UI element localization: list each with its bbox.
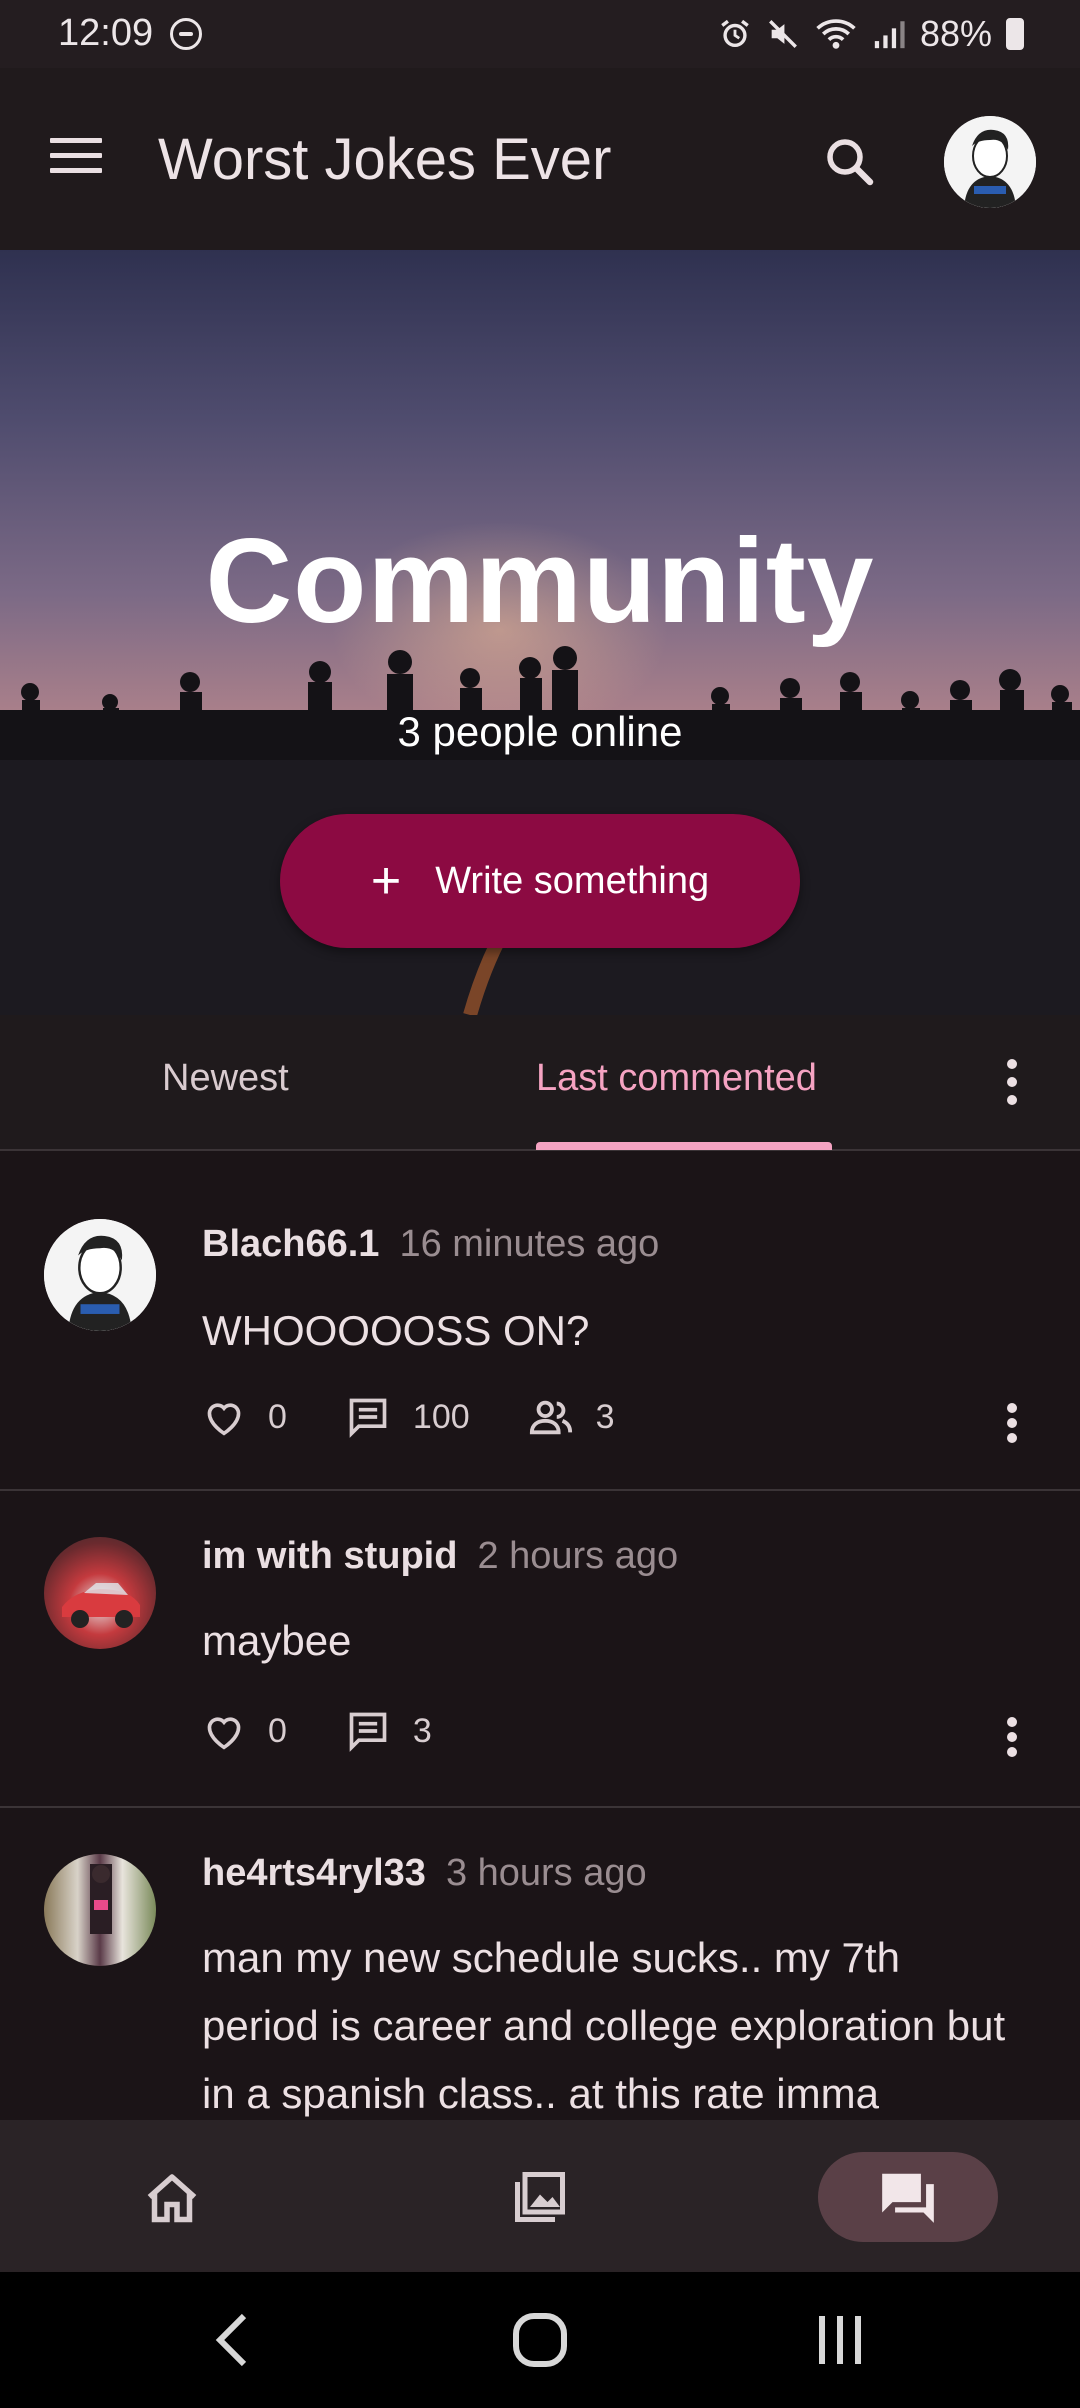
heart-icon: [207, 1717, 241, 1750]
nav-home[interactable]: [82, 2152, 262, 2242]
write-something-button[interactable]: + Write something: [280, 814, 800, 948]
post-options-icon[interactable]: [997, 1403, 1027, 1443]
tab-last-commented[interactable]: Last commented: [536, 1057, 817, 1100]
post-options-icon[interactable]: [997, 1717, 1027, 1757]
active-tab-indicator: [536, 1142, 832, 1150]
hamburger-menu-icon[interactable]: [50, 138, 102, 182]
community-hero-banner: Community 3 people online + Write someth…: [0, 250, 1080, 1015]
like-button[interactable]: 0: [202, 1397, 287, 1437]
people-icon: [529, 1400, 572, 1435]
signal-icon: [872, 17, 906, 51]
participants[interactable]: 3: [528, 1397, 615, 1437]
post-time: 2 hours ago: [477, 1535, 679, 1577]
author-name[interactable]: he4rts4ryl33: [202, 1852, 426, 1894]
do-not-disturb-icon: [170, 18, 202, 50]
write-button-label: Write something: [435, 859, 710, 902]
author-avatar[interactable]: [44, 1854, 156, 1966]
recent-apps-icon[interactable]: [810, 2308, 870, 2372]
gallery-icon: [515, 2172, 565, 2222]
comment-count: 100: [412, 1397, 470, 1436]
app-bar: Worst Jokes Ever: [0, 68, 1080, 250]
post-author-line: Blach66.1 16 minutes ago: [202, 1223, 659, 1266]
status-icons: 88%: [718, 12, 1024, 56]
bottom-navigation: [0, 2120, 1080, 2272]
profile-avatar[interactable]: [944, 116, 1036, 208]
post-item[interactable]: Blach66.1 16 minutes ago WHOOOOOSS ON? 0 …: [0, 1153, 1080, 1491]
author-name[interactable]: im with stupid: [202, 1535, 457, 1577]
post-item[interactable]: im with stupid 2 hours ago maybee 0 3: [0, 1491, 1080, 1808]
nav-gallery[interactable]: [450, 2152, 630, 2242]
battery-percentage: 88%: [919, 13, 992, 54]
post-author-line: im with stupid 2 hours ago: [202, 1535, 678, 1578]
post-body: maybee: [202, 1617, 352, 1664]
post-time: 16 minutes ago: [399, 1223, 660, 1265]
author-avatar[interactable]: [44, 1219, 156, 1331]
post-time: 3 hours ago: [445, 1852, 647, 1894]
comment-button[interactable]: 100: [345, 1395, 470, 1439]
comment-button[interactable]: 3: [345, 1709, 432, 1753]
post-author-line: he4rts4ryl33 3 hours ago: [202, 1852, 647, 1895]
forum-icon: [882, 2173, 934, 2223]
sort-tabs: Newest Last commented: [0, 1015, 1080, 1151]
post-item[interactable]: he4rts4ryl33 3 hours ago man my new sched…: [0, 1808, 1080, 2120]
tab-newest[interactable]: Newest: [162, 1057, 289, 1100]
author-name[interactable]: Blach66.1: [202, 1223, 379, 1265]
post-actions: 0 3: [202, 1709, 490, 1753]
wifi-icon: [814, 17, 858, 51]
search-icon[interactable]: [820, 132, 880, 192]
home-icon: [147, 2174, 197, 2223]
like-count: 0: [268, 1711, 287, 1750]
back-icon[interactable]: [212, 2308, 252, 2372]
nav-community[interactable]: [818, 2152, 998, 2242]
post-body: man my new schedule sucks.. my 7th perio…: [202, 1934, 1006, 2117]
comment-count: 3: [412, 1711, 432, 1750]
like-button[interactable]: 0: [202, 1711, 287, 1751]
status-time: 12:09: [58, 12, 154, 54]
home-button-icon[interactable]: [510, 2308, 570, 2372]
more-options-icon[interactable]: [997, 1059, 1027, 1105]
comment-icon: [349, 1398, 387, 1438]
post-body: WHOOOOOSS ON?: [202, 1307, 590, 1354]
hero-title: Community: [205, 514, 875, 648]
like-count: 0: [268, 1397, 287, 1436]
participant-count: 3: [595, 1397, 615, 1436]
comment-icon: [349, 1712, 387, 1752]
mute-icon: [766, 17, 800, 51]
app-title: Worst Jokes Ever: [158, 127, 612, 192]
plus-icon: +: [370, 852, 402, 910]
status-bar: 12:09 88%: [0, 0, 1080, 68]
heart-icon: [207, 1403, 241, 1436]
online-count: 3 people online: [397, 708, 683, 755]
post-actions: 0 100 3: [202, 1395, 673, 1439]
alarm-icon: [718, 17, 752, 51]
author-avatar[interactable]: [44, 1537, 156, 1649]
battery-icon: [1006, 18, 1024, 50]
system-navigation-bar: [0, 2272, 1080, 2408]
